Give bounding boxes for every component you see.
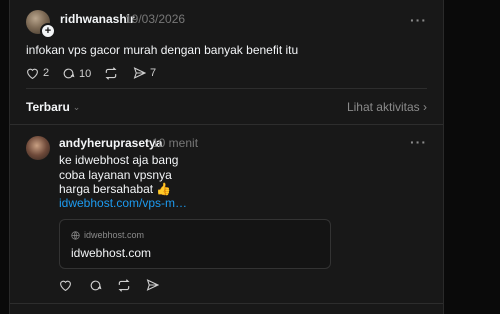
reply-time: 10 menit xyxy=(152,136,199,150)
reply-line: coba layanan vpsnya xyxy=(59,168,172,182)
like-button[interactable]: 2 xyxy=(26,67,49,79)
follow-plus-icon[interactable]: + xyxy=(40,23,56,39)
avatar[interactable] xyxy=(26,136,50,160)
send-icon xyxy=(146,279,159,291)
sort-dropdown[interactable]: Terbaru ⌄ xyxy=(26,100,80,114)
divider xyxy=(10,124,443,125)
repost-icon xyxy=(104,67,118,80)
heart-icon xyxy=(59,279,72,291)
divider xyxy=(10,303,443,304)
comment-count: 10 xyxy=(79,67,92,80)
post-more-icon[interactable]: ··· xyxy=(410,12,427,28)
reply-line: harga bersahabat 👍 xyxy=(59,182,172,196)
sort-label: Terbaru xyxy=(26,100,70,114)
share-count: 7 xyxy=(150,67,157,79)
post-username[interactable]: ridhwanashir xyxy=(60,12,135,26)
chevron-down-icon: ⌄ xyxy=(72,101,81,112)
reply-username[interactable]: andyheruprasetya xyxy=(59,136,162,150)
comment-icon xyxy=(89,279,102,292)
divider xyxy=(26,88,427,89)
card-domain-text: idwebhost.com xyxy=(84,230,145,240)
view-activity-link[interactable]: Lihat aktivitas › xyxy=(347,100,427,114)
heart-icon xyxy=(26,67,39,79)
thread-panel: + ridhwanashir 19/03/2026 ··· infokan vp… xyxy=(9,0,444,314)
post-text: infokan vps gacor murah dengan banyak be… xyxy=(26,43,299,57)
card-domain: idwebhost.com xyxy=(71,230,144,240)
share-button[interactable]: 7 xyxy=(133,67,156,79)
comment-button[interactable]: 10 xyxy=(62,67,91,80)
reply-share-button[interactable] xyxy=(146,279,159,291)
reply-comment-button[interactable] xyxy=(89,279,102,292)
send-icon xyxy=(133,67,146,79)
reply-repost-button[interactable] xyxy=(117,279,131,292)
card-title: idwebhost.com xyxy=(71,246,152,260)
like-count: 2 xyxy=(43,67,50,79)
repost-button[interactable] xyxy=(104,67,118,80)
globe-icon xyxy=(71,230,80,240)
repost-icon xyxy=(117,279,131,292)
reply-line: ke idwebhost aja bang xyxy=(59,153,179,167)
post-date: 19/03/2026 xyxy=(125,12,186,26)
comment-icon xyxy=(62,67,75,80)
reply-more-icon[interactable]: ··· xyxy=(410,134,427,150)
reply-like-button[interactable] xyxy=(59,279,72,291)
link-preview-card[interactable]: idwebhost.com idwebhost.com xyxy=(59,219,331,269)
reply-link[interactable]: idwebhost.com/vps-m… xyxy=(59,196,187,210)
